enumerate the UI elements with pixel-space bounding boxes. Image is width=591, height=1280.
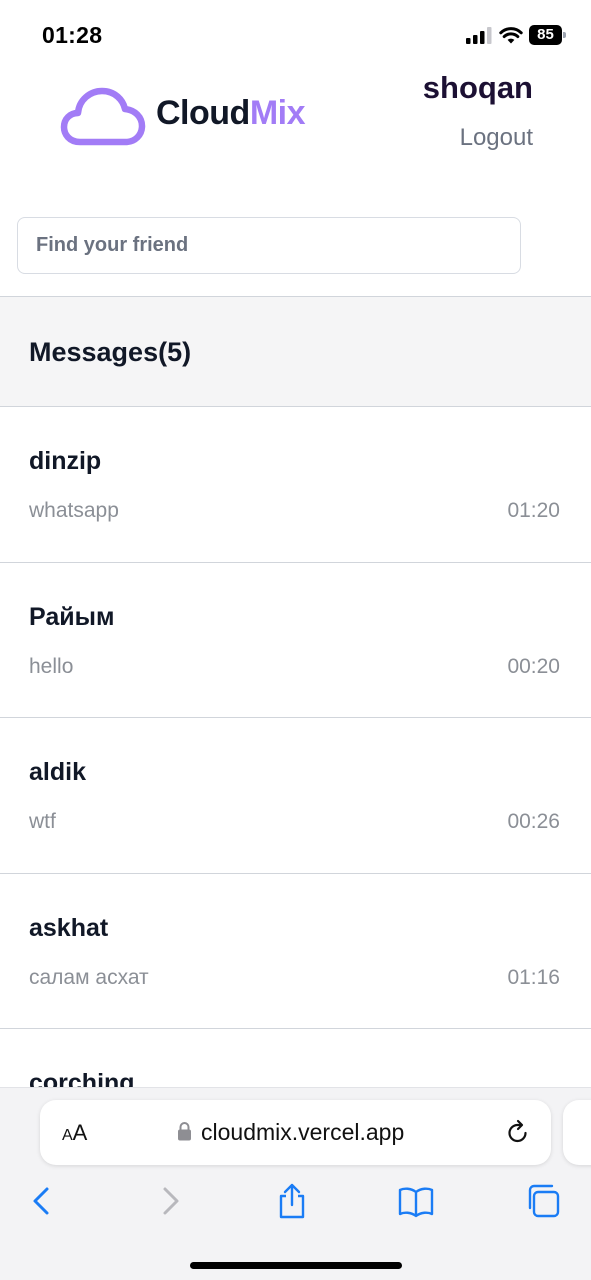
messages-section-header: Messages(5): [0, 296, 591, 407]
next-tab-preview[interactable]: [563, 1100, 591, 1165]
back-icon[interactable]: [24, 1183, 60, 1219]
logo-text-mix: Mix: [249, 94, 306, 132]
home-indicator[interactable]: [190, 1262, 402, 1269]
contact-name: aldik: [29, 758, 86, 786]
message-preview: wtf: [29, 810, 56, 833]
bookmarks-icon[interactable]: [398, 1183, 434, 1219]
status-bar: 01:28 85: [0, 0, 591, 70]
logout-link[interactable]: Logout: [460, 124, 533, 152]
text-size-button[interactable]: AA: [62, 1120, 87, 1146]
conversation-row[interactable]: askhat салам асхат 01:16: [0, 873, 591, 1029]
search-box: [17, 217, 521, 274]
username: shoqan: [422, 70, 533, 105]
messages-title: Messages(5): [29, 337, 192, 367]
battery-icon: 85: [529, 25, 567, 45]
cellular-signal-icon: [466, 27, 492, 44]
lock-icon: [178, 1122, 191, 1141]
browser-toolbar: AA cloudmix.vercel.app: [0, 1087, 591, 1280]
conversation-row[interactable]: Райым hello 00:20: [0, 562, 591, 718]
battery-level: 85: [537, 26, 554, 43]
cloud-logo-icon[interactable]: [60, 84, 146, 148]
message-time: 00:26: [507, 810, 560, 833]
forward-icon[interactable]: [152, 1183, 188, 1219]
message-preview: салам асхат: [29, 965, 149, 989]
logo-text-cloud: Cloud: [156, 94, 250, 132]
conversation-row[interactable]: dinzip whatsapp 01:20: [0, 407, 591, 563]
message-preview: hello: [29, 654, 74, 678]
url-text[interactable]: cloudmix.vercel.app: [201, 1119, 404, 1146]
conversation-row[interactable]: aldik wtf 00:26: [0, 718, 591, 874]
message-preview: whatsapp: [29, 499, 119, 522]
contact-name: dinzip: [29, 447, 102, 475]
wifi-icon: [499, 27, 523, 44]
logo-text[interactable]: CloudMix: [156, 94, 306, 133]
app-header: CloudMix shoqan Logout: [0, 70, 591, 182]
message-time: 01:16: [507, 965, 560, 989]
contact-name: Райым: [29, 602, 115, 631]
app-screen: 01:28 85 CloudMix shoqan Logout Find you…: [0, 0, 591, 1280]
contact-name: askhat: [29, 913, 109, 942]
message-time: 00:20: [507, 654, 560, 678]
reload-icon[interactable]: [506, 1119, 530, 1145]
status-time: 01:28: [42, 22, 103, 48]
tabs-icon[interactable]: [525, 1183, 561, 1219]
message-time: 01:20: [507, 499, 560, 522]
address-bar[interactable]: AA cloudmix.vercel.app: [40, 1100, 551, 1165]
share-icon[interactable]: [274, 1183, 310, 1219]
conversation-list: dinzip whatsapp 01:20 Райым hello 00:20 …: [0, 407, 591, 1185]
friend-search-input[interactable]: [18, 218, 520, 273]
